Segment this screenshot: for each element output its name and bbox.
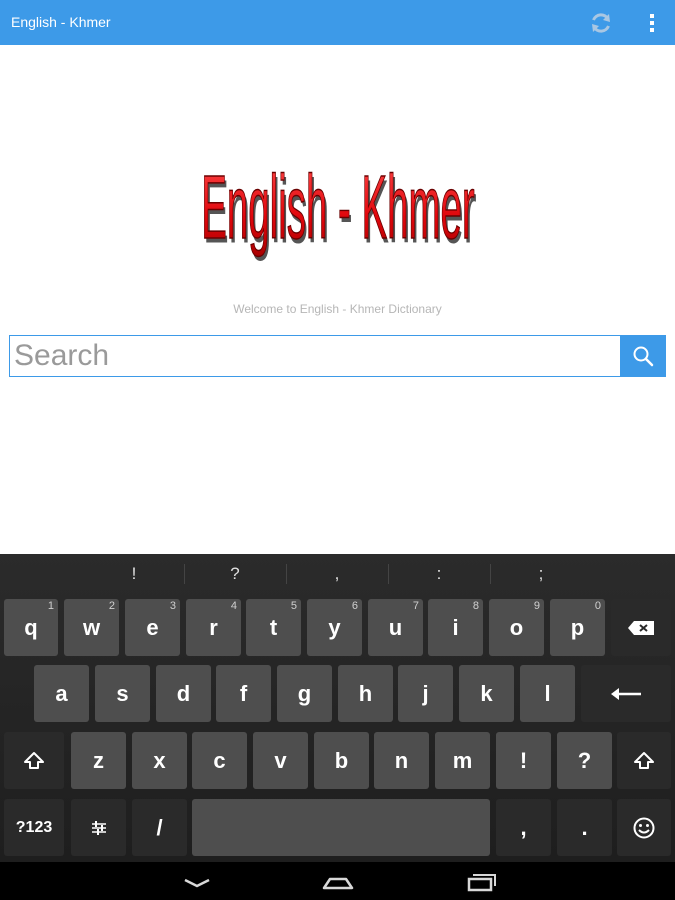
- key-hint: 8: [472, 600, 479, 612]
- system-nav-bar: [0, 862, 675, 900]
- key-period[interactable]: .: [557, 799, 612, 856]
- key-label: u: [388, 614, 403, 640]
- back-icon[interactable]: [173, 866, 221, 896]
- refresh-icon[interactable]: [588, 10, 614, 36]
- key-label: p: [570, 614, 585, 640]
- app-logo: English - Khmer English - Khmer: [201, 156, 477, 262]
- key-g[interactable]: g: [277, 665, 332, 722]
- key-m[interactable]: m: [435, 732, 490, 789]
- key-t[interactable]: t5: [246, 599, 301, 656]
- key-p[interactable]: p0: [550, 599, 605, 656]
- space-key[interactable]: [192, 799, 490, 856]
- key-r[interactable]: r4: [186, 599, 241, 656]
- key-hint: 2: [108, 600, 115, 612]
- key-y[interactable]: y6: [307, 599, 362, 656]
- shift-key-left[interactable]: [4, 732, 64, 789]
- suggestion-item[interactable]: ?: [185, 554, 285, 594]
- symbols-key[interactable]: ?123: [4, 799, 64, 856]
- key-i[interactable]: i8: [428, 599, 483, 656]
- key-hint: 3: [169, 600, 176, 612]
- key-x[interactable]: x: [132, 732, 187, 789]
- key-label: i: [452, 614, 459, 640]
- suggestion-item[interactable]: ,: [287, 554, 387, 594]
- suggestion-item[interactable]: ;: [491, 554, 591, 594]
- more-vertical-icon[interactable]: [642, 11, 662, 35]
- key-b[interactable]: b: [314, 732, 369, 789]
- backspace-key[interactable]: [611, 599, 671, 656]
- app-bar: English - Khmer: [0, 0, 675, 45]
- search-box: [9, 335, 621, 377]
- key-hint: 6: [351, 600, 358, 612]
- key-exclamation[interactable]: !: [496, 732, 551, 789]
- key-a[interactable]: a: [34, 665, 89, 722]
- key-label: q: [24, 614, 38, 640]
- key-q[interactable]: q1: [4, 599, 58, 656]
- search-input[interactable]: [10, 336, 620, 376]
- key-u[interactable]: u7: [368, 599, 423, 656]
- search-icon: [633, 346, 654, 367]
- key-hint: 5: [290, 600, 297, 612]
- key-k[interactable]: k: [459, 665, 514, 722]
- key-c[interactable]: c: [192, 732, 247, 789]
- key-label: t: [269, 614, 278, 640]
- key-hint: 1: [47, 600, 54, 612]
- welcome-message: Welcome to English - Khmer Dictionary: [233, 302, 442, 316]
- key-h[interactable]: h: [338, 665, 393, 722]
- key-d[interactable]: d: [156, 665, 211, 722]
- key-label: r: [209, 614, 218, 640]
- key-f[interactable]: f: [216, 665, 271, 722]
- key-w[interactable]: w2: [64, 599, 119, 656]
- enter-key[interactable]: [581, 665, 671, 722]
- recents-icon[interactable]: [457, 866, 505, 896]
- key-z[interactable]: z: [71, 732, 126, 789]
- shift-icon: [24, 751, 44, 769]
- key-hint: 0: [594, 600, 601, 612]
- key-j[interactable]: j: [398, 665, 453, 722]
- key-label: e: [146, 614, 159, 640]
- key-slash[interactable]: /: [132, 799, 187, 856]
- key-e[interactable]: e3: [125, 599, 180, 656]
- logo-text: English - Khmer: [201, 156, 474, 257]
- suggestion-item[interactable]: !: [84, 554, 184, 594]
- key-s[interactable]: s: [95, 665, 150, 722]
- app-title: English - Khmer: [11, 14, 111, 30]
- suggestion-bar: ! ? , : ;: [0, 554, 675, 594]
- key-o[interactable]: o9: [489, 599, 544, 656]
- search-button[interactable]: [621, 335, 666, 377]
- shift-icon: [634, 751, 654, 769]
- key-v[interactable]: v: [253, 732, 308, 789]
- key-n[interactable]: n: [374, 732, 429, 789]
- home-icon[interactable]: [314, 866, 362, 896]
- key-hint: 4: [230, 600, 237, 612]
- backspace-icon: [628, 620, 654, 635]
- keyboard-settings-icon: [91, 820, 106, 835]
- key-l[interactable]: l: [520, 665, 575, 722]
- enter-icon: [611, 687, 641, 700]
- key-label: w: [82, 614, 101, 640]
- key-label: o: [509, 614, 524, 640]
- emoji-key[interactable]: [617, 799, 671, 856]
- emoji-icon: [633, 817, 655, 838]
- key-label: y: [328, 614, 341, 640]
- shift-key-right[interactable]: [617, 732, 671, 789]
- soft-keyboard: ! ? , : ; q1 w2 e3 r4 t5 y6 u7 i8 o9 p0 …: [0, 554, 675, 862]
- suggestion-item[interactable]: :: [389, 554, 489, 594]
- key-hint: 9: [533, 600, 540, 612]
- key-hint: 7: [412, 600, 419, 612]
- key-question[interactable]: ?: [557, 732, 612, 789]
- key-comma[interactable]: ,: [496, 799, 551, 856]
- keyboard-settings-key[interactable]: [71, 799, 126, 856]
